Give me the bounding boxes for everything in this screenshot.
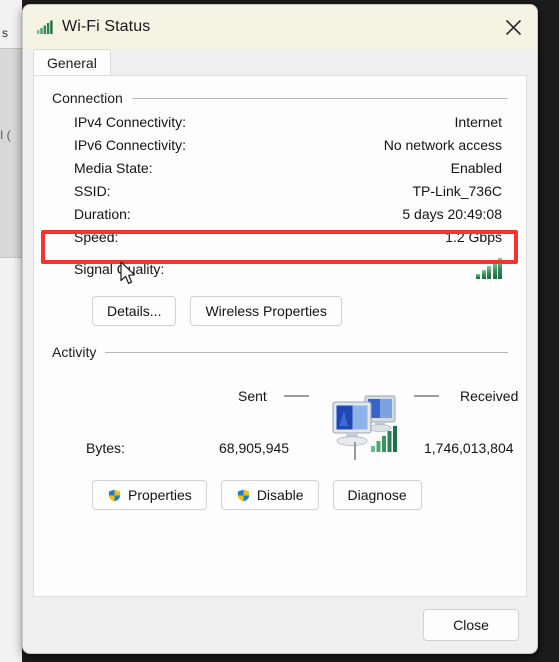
connection-rows: IPv4 Connectivity: Internet IPv6 Connect… [52,114,508,284]
row-speed: Speed: 1.2 Gbps [74,229,502,252]
activity-section: Activity Sent Received Bytes: 68,905,945… [52,344,518,510]
wireless-properties-button-label: Wireless Properties [205,303,327,319]
connection-group-rule [131,97,508,99]
disable-button[interactable]: Disable [220,480,319,510]
tab-general[interactable]: General [33,49,111,75]
row-label: SSID: [74,183,111,199]
received-dash [414,395,439,397]
row-ipv4-connectivity: IPv4 Connectivity: Internet [74,114,502,137]
activity-button-row: Properties Disable Diagnose [52,480,508,510]
uac-shield-icon [107,488,122,503]
row-value: Enabled [450,160,502,176]
bytes-label: Bytes: [86,440,125,456]
dialog-footer: Close [23,597,537,653]
details-button-label: Details... [107,303,162,319]
diagnose-button[interactable]: Diagnose [332,480,422,510]
row-label: Speed: [74,229,119,245]
row-media-state: Media State: Enabled [74,160,502,183]
close-button[interactable]: Close [423,609,519,641]
row-value: 1.2 Gbps [445,229,502,245]
close-button-label: Close [453,617,489,633]
background-window-strip [0,48,22,258]
tab-general-label: General [47,54,97,71]
row-value: 5 days 20:49:08 [402,206,502,222]
row-label: IPv4 Connectivity: [74,114,187,130]
row-label: IPv6 Connectivity: [74,137,187,153]
disable-button-label: Disable [256,487,304,503]
activity-group-header: Activity [52,344,508,360]
row-ssid: SSID: TP-Link_736C [74,183,502,206]
wireless-properties-button[interactable]: Wireless Properties [190,296,342,326]
connection-group-label: Connection [52,90,123,106]
details-button[interactable]: Details... [92,296,177,326]
activity-divider [354,442,356,460]
row-duration: Duration: 5 days 20:49:08 [74,206,502,229]
row-label: Duration: [74,206,131,222]
received-label: Received [460,388,519,404]
properties-button-label: Properties [128,487,192,503]
wifi-status-dialog: Wi-Fi Status General Connection IPv4 Con… [22,4,538,654]
row-value: No network access [383,137,502,153]
sent-dash [284,395,309,397]
row-label: Media State: [74,160,153,176]
uac-shield-icon [236,488,251,503]
background-window-text-fragment: s [2,26,8,40]
bytes-sent-value: 68,905,945 [219,440,290,456]
row-value: Internet [454,114,502,130]
diagnose-button-label: Diagnose [347,487,407,503]
activity-group-label: Activity [52,344,97,360]
row-label: Signal Quality: [74,261,165,277]
properties-button[interactable]: Properties [92,480,207,510]
connection-group-header: Connection [52,90,508,106]
close-icon-button[interactable] [489,5,537,49]
row-value: TP-Link_736C [412,183,503,199]
close-x-icon [505,19,521,35]
general-tab-panel: Connection IPv4 Connectivity: Internet I… [33,75,527,597]
connection-button-row: Details... Wireless Properties [52,296,508,326]
wifi-signal-icon [37,20,53,34]
activity-body: Sent Received Bytes: 68,905,945 1,746,01… [52,368,518,468]
background-window-text-fragment-2: I ( [0,128,11,142]
dialog-titlebar: Wi-Fi Status [23,5,537,49]
dialog-title: Wi-Fi Status [62,18,151,35]
row-ipv6-connectivity: IPv6 Connectivity: No network access [74,137,502,160]
row-signal-quality: Signal Quality: [74,254,502,284]
activity-group-rule [105,351,508,353]
tab-strip: General [23,49,537,75]
two-computers-network-icon [327,392,405,456]
background-window: s I ( [0,0,22,662]
sent-label: Sent [238,388,267,404]
bytes-received-value: 1,746,013,804 [424,440,514,456]
signal-bars-icon [476,258,502,279]
